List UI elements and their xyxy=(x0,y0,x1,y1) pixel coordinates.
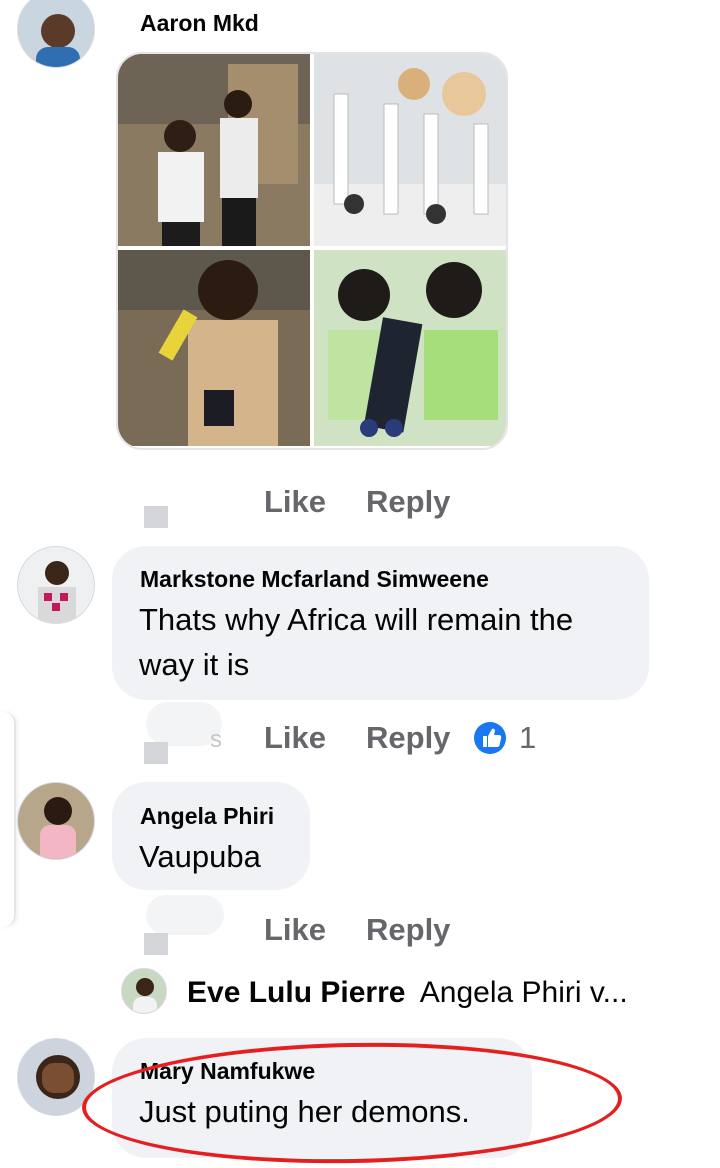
comment-author-markstone[interactable]: Markstone Mcfarland Simweene xyxy=(140,566,489,593)
reply-button-markstone[interactable]: Reply xyxy=(366,720,450,756)
avatar-angela[interactable] xyxy=(17,782,95,860)
faded-overlay-blob-2 xyxy=(146,895,224,935)
avatar-markstone[interactable] xyxy=(17,546,95,624)
faded-placeholder-2 xyxy=(144,742,168,764)
comment-text-markstone-line2: way it is xyxy=(139,647,250,682)
avatar-eve-image xyxy=(122,969,166,1013)
reaction-count[interactable]: 1 xyxy=(519,720,536,756)
reply-preview-text: Angela Phiri v... xyxy=(419,976,628,1009)
thumbs-up-reaction-icon[interactable] xyxy=(474,722,506,754)
reply-preview[interactable]: Eve Lulu Pierre Angela Phiri v... xyxy=(187,976,628,1010)
faded-placeholder-1 xyxy=(144,506,168,528)
side-panel-edge xyxy=(0,712,16,927)
comment-author-aaron[interactable]: Aaron Mkd xyxy=(140,10,259,37)
comment-text-angela: Vaupuba xyxy=(139,839,261,874)
reply-button-aaron[interactable]: Reply xyxy=(366,484,450,520)
photo-girls-microscopes xyxy=(314,54,506,246)
avatar-markstone-image xyxy=(18,547,94,623)
like-button-angela[interactable]: Like xyxy=(264,912,326,948)
avatar-angela-image xyxy=(18,783,94,859)
faded-placeholder-3 xyxy=(144,933,168,955)
photo-boys-robot xyxy=(314,250,506,446)
like-button-aaron[interactable]: Like xyxy=(264,484,326,520)
like-button-markstone[interactable]: Like xyxy=(264,720,326,756)
avatar-aaron-image xyxy=(18,0,94,67)
comment-author-angela[interactable]: Angela Phiri xyxy=(140,803,274,830)
comment-photo-collage[interactable] xyxy=(116,52,508,450)
photo-boy-preacher xyxy=(118,54,310,246)
avatar-aaron[interactable] xyxy=(17,0,95,68)
reply-button-angela[interactable]: Reply xyxy=(366,912,450,948)
faded-prefix-text: s xyxy=(210,726,222,753)
photo-boy-microphone xyxy=(118,250,310,446)
avatar-eve[interactable] xyxy=(121,968,167,1014)
reply-preview-author[interactable]: Eve Lulu Pierre xyxy=(187,976,405,1009)
comment-text-markstone-line1: Thats why Africa will remain the xyxy=(139,602,574,637)
